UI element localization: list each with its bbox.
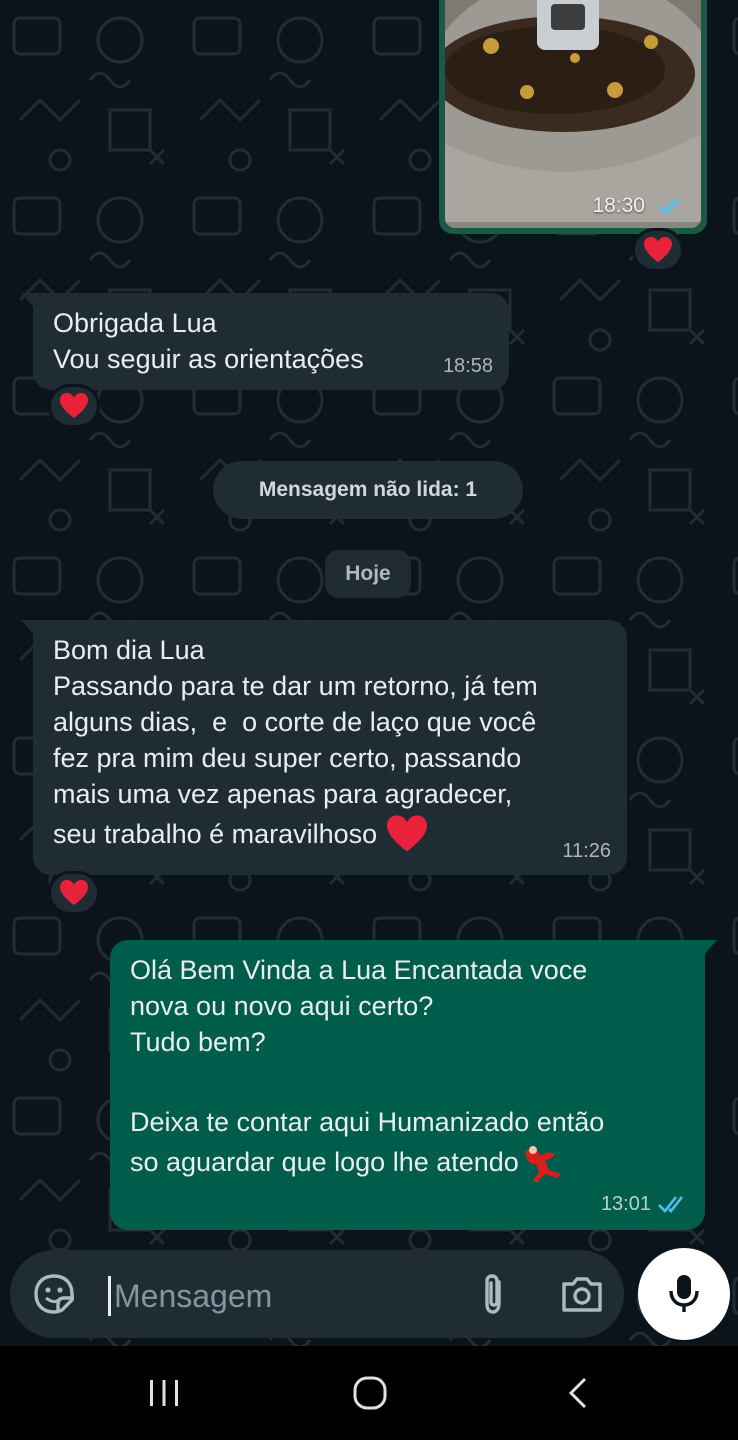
message-text-line: Tudo bem? [130,1027,266,1057]
message-text-line: alguns dias, e o corte de laço que você [53,707,537,737]
message-text-line: Deixa te contar aqui Humanizado então [130,1107,605,1137]
outgoing-image-message[interactable]: 18:30 [439,0,707,234]
camera-icon[interactable] [558,1272,606,1316]
heart-icon [644,236,672,263]
heart-icon [60,879,88,906]
message-compose-bar: Mensagem [10,1250,624,1338]
reaction-heart[interactable] [632,228,684,272]
message-time: 18:58 [442,355,493,377]
message-time: 13:01 [601,1186,689,1222]
home-button[interactable] [340,1368,400,1418]
message-input[interactable]: Mensagem [114,1276,272,1316]
unread-divider: Mensagem não lida: 1 [213,461,523,519]
message-text-line: Olá Bem Vinda a Lua Encantada voce [130,955,588,985]
recents-button[interactable] [134,1368,194,1418]
read-ticks-icon [658,1196,684,1213]
message-time: 18:30 [592,194,685,218]
microphone-button[interactable] [638,1248,730,1340]
reaction-heart[interactable] [48,384,100,428]
back-button[interactable] [548,1368,608,1418]
home-icon [353,1376,387,1410]
date-divider-label: Hoje [345,562,391,585]
message-text: so aguardar que logo lhe atendo [130,1147,519,1177]
system-navigation-bar [0,1346,738,1440]
message-text-line: Bom dia Lua [53,635,205,665]
microphone-icon [669,1275,699,1312]
incoming-message[interactable]: Obrigada Lua Vou seguir as orientações 1… [21,293,509,390]
paperclip-icon[interactable] [472,1272,516,1316]
dancer-emoji-icon [524,1146,561,1182]
back-icon [568,1377,587,1409]
recents-icon [150,1380,178,1406]
message-text-line [130,1060,685,1096]
date-divider: Hoje [325,550,411,598]
photo-image [445,0,701,222]
outgoing-message[interactable]: Olá Bem Vinda a Lua Encantada voce nova … [110,940,717,1230]
sticker-icon[interactable] [32,1272,76,1316]
message-text-line: fez pra mim deu super certo, passando [53,743,522,773]
read-ticks-icon [658,199,680,214]
message-text-line: Passando para te dar um retorno, já tem [53,671,538,701]
message-text-line: mais uma vez apenas para agradecer, [53,779,513,809]
heart-emoji-icon [387,815,428,852]
message-text-line: Vou seguir as orientações [53,344,364,374]
bubble-tail [21,620,35,636]
message-time: 11:26 [562,840,611,862]
message-text-line-with-emoji: seu trabalho é maravilhoso [53,812,605,856]
incoming-message[interactable]: Bom dia Lua Passando para te dar um reto… [21,620,627,875]
text-caret [108,1276,111,1316]
message-text-line: nova ou novo aqui certo? [130,991,434,1021]
bubble-tail [703,940,717,956]
message-text-line-with-emoji: so aguardar que logo lhe atendo [130,1140,685,1184]
heart-icon [60,392,88,419]
message-text-line: Obrigada Lua [53,308,217,338]
bubble-tail [21,293,35,309]
unread-divider-label: Mensagem não lida: 1 [258,478,478,501]
message-text: seu trabalho é maravilhoso [53,819,378,849]
reaction-heart[interactable] [48,871,100,915]
chat-area[interactable]: 18:30 Obrigada Lua Vou seguir as orienta… [0,0,738,1346]
